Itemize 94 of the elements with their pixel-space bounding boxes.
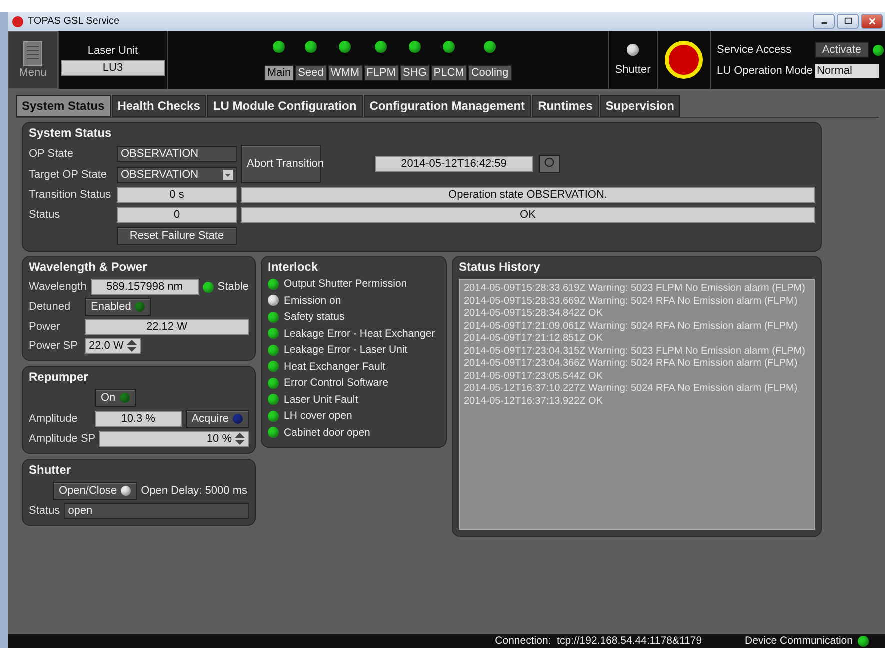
refresh-button[interactable] [539, 155, 560, 173]
shutter-toggle[interactable]: Open/Close [53, 482, 138, 500]
detuned-toggle[interactable]: Enabled [85, 298, 152, 316]
panel-title: Interlock [268, 260, 320, 274]
op-state-field: OBSERVATION [117, 146, 237, 162]
panel-title: Wavelength & Power [29, 260, 148, 274]
status-field: 0 [117, 207, 237, 223]
field-label: Amplitude [29, 413, 79, 425]
log-line: 2014-05-09T15:28:33.669Z Warning: 5024 RFA No Emission alarm (FLPM) [464, 296, 799, 308]
interlock-label: Emission on [284, 294, 342, 307]
menu-icon [23, 41, 43, 67]
interlock-label: Leakage Error - Laser Unit [284, 344, 408, 356]
activate-button[interactable]: Activate [815, 42, 869, 58]
interlock-label: Output Shutter Permission [284, 278, 408, 290]
acquire-button[interactable]: Acquire [186, 410, 249, 428]
module-tab[interactable]: Cooling [468, 65, 512, 81]
shutter-label: Shutter [615, 64, 651, 76]
interlock-label: Cabinet door open [284, 426, 370, 439]
tab[interactable]: Runtimes [532, 95, 599, 117]
close-button[interactable] [861, 14, 883, 29]
circle-icon [544, 157, 555, 168]
module-tab[interactable]: Main [264, 65, 294, 81]
module-tab[interactable]: PLCM [430, 65, 468, 81]
amplitude-setpoint-spinbox[interactable]: 10 % [99, 431, 249, 447]
wavelength-field: 589.157998 nm [90, 279, 199, 295]
device-communication-label: Device Communication [745, 635, 853, 647]
log-line: 2014-05-09T17:21:09.061Z Warning: 5024 RFA No Emission alarm (FLPM) [464, 320, 799, 333]
log-line: 2014-05-09T17:23:05.544Z OK [464, 370, 604, 383]
abort-transition-button[interactable]: Abort Transition [241, 145, 321, 183]
status-message: OK [241, 207, 815, 223]
reset-failure-button[interactable]: Reset Failure State [117, 227, 237, 245]
tab[interactable]: System Status [16, 95, 111, 117]
field-label: Status [29, 505, 60, 517]
field-label: Detuned [29, 301, 72, 313]
interlock-label: Leakage Error - Heat Exchanger [284, 328, 436, 340]
laser-unit-label: Laser Unit [88, 44, 138, 56]
log-line: 2014-05-09T17:23:04.366Z Warning: 5024 RFA No Emission alarm (FLPM) [464, 358, 799, 370]
tab[interactable]: Configuration Management [364, 95, 532, 117]
field-label: Power SP [29, 340, 79, 352]
spinner-arrows-icon [235, 433, 245, 445]
module-tab[interactable]: Seed [295, 65, 327, 81]
field-label: Power [29, 321, 62, 333]
stable-label: Stable [218, 281, 249, 293]
log-line: 2014-05-12T16:37:10.227Z Warning: 5024 RFA No Emission alarm (FLPM) [464, 383, 799, 396]
close-icon [868, 17, 876, 26]
timestamp-field: 2014-05-12T16:42:59 [375, 156, 533, 172]
power-field: 22.12 W [85, 319, 249, 335]
tab[interactable]: Supervision [600, 95, 680, 117]
panel-title: Status History [459, 260, 542, 274]
module-tab[interactable]: SHG [400, 65, 430, 81]
interlock-label: Safety status [284, 311, 345, 324]
service-access-label: Service Access [717, 44, 793, 56]
mode-dropdown[interactable]: Normal [815, 64, 879, 78]
module-tab[interactable]: WMM [328, 65, 363, 81]
interlock-label: LH cover open [284, 410, 352, 422]
transition-field: 0 s [117, 187, 237, 203]
connection-label: Connection: tcp://192.168.54.44:1178&1179 [495, 635, 702, 647]
menu-button[interactable]: Menu [8, 31, 58, 89]
maximize-icon [844, 17, 852, 26]
tab[interactable]: Health Checks [112, 95, 206, 117]
log-line: 2014-05-09T17:21:12.851Z OK [464, 333, 604, 346]
panel-title: Shutter [29, 463, 72, 477]
field-label: Transition Status [29, 189, 112, 201]
minimize-button[interactable] [813, 14, 835, 29]
log-line: 2014-05-09T15:28:34.842Z OK [464, 308, 604, 320]
repumper-toggle[interactable]: On [95, 389, 136, 407]
module-tab[interactable]: FLPM [364, 65, 399, 81]
panel-title: System Status [29, 126, 113, 140]
power-setpoint-spinbox[interactable]: 22.0 W [85, 338, 141, 354]
field-label: Target OP State [29, 168, 108, 180]
shutter-status-field: open [64, 503, 249, 519]
field-label: Status [29, 209, 62, 221]
maximize-button[interactable] [837, 14, 859, 29]
transition-message: Operation state OBSERVATION. [241, 187, 815, 203]
interlock-label: Laser Unit Fault [284, 394, 358, 406]
field-label: Amplitude SP [29, 433, 95, 445]
log-line: 2014-05-09T15:28:33.619Z Warning: 5023 FLPM No Emission alarm (FLPM) [464, 283, 806, 296]
lu-mode-label: LU Operation Mode [717, 65, 811, 77]
app-icon [12, 16, 24, 28]
target-state-dropdown[interactable]: OBSERVATION [117, 166, 237, 182]
tab[interactable]: LU Module Configuration [207, 95, 363, 117]
panel-title: Repumper [29, 370, 90, 384]
log-line: 2014-05-12T16:37:13.922Z OK [464, 396, 604, 408]
spinner-arrows-icon [126, 340, 137, 352]
open-delay-label: Open Delay: 5000 ms [141, 485, 248, 497]
interlock-label: Heat Exchanger Fault [284, 360, 386, 373]
field-label: Wavelength [29, 281, 87, 293]
window-title: TOPAS GSL Service [28, 16, 120, 27]
interlock-label: Error Control Software [284, 377, 388, 390]
field-label: OP State [29, 148, 74, 160]
amplitude-field: 10.3 % [95, 411, 182, 427]
emergency-stop-button[interactable] [665, 41, 703, 79]
laser-unit-field: LU3 [61, 60, 165, 76]
log-line: 2014-05-09T17:23:04.315Z Warning: 5023 FLPM No Emission alarm (FLPM) [464, 346, 806, 358]
